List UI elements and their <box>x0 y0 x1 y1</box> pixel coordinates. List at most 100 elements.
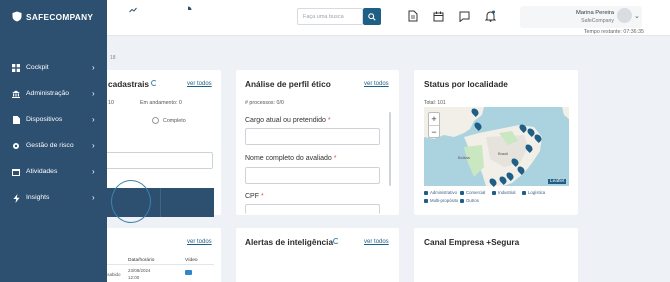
bolt-icon <box>12 193 20 203</box>
flyout-item-construtor[interactable]: Construtor <box>161 0 214 29</box>
chevron-right-icon: › <box>92 141 95 150</box>
legend-swatch <box>424 198 428 203</box>
col-video-header: Vídeo <box>185 258 198 263</box>
legend-item: Industrial <box>492 190 515 195</box>
legend-item: Logística <box>522 190 545 195</box>
sidebar-item-label: Insights <box>26 194 50 201</box>
legend-swatch <box>460 198 464 203</box>
map-label-bolivia: Bolivia <box>458 155 470 160</box>
sidebar-item-label: Cockpit <box>26 64 49 71</box>
nome-input[interactable] <box>245 167 380 184</box>
sidebar-item-label: Atividades <box>26 168 58 175</box>
required-marker: * <box>260 193 264 200</box>
logo-text: SAFECOMPANY <box>26 11 94 22</box>
cargo-input[interactable] <box>245 128 380 145</box>
sidebar-item-insights[interactable]: Insights › <box>0 188 107 208</box>
chevron-right-icon: › <box>92 89 95 98</box>
map-zoom-control: + − <box>428 112 440 138</box>
legend-label: Logística <box>528 190 546 195</box>
perfil-view-all-link[interactable]: ver todos <box>364 81 389 87</box>
logo: SAFECOMPANY <box>12 11 93 22</box>
card-alertas-title: Alertas de inteligência <box>245 237 334 247</box>
cadastrais-input[interactable] <box>100 152 213 169</box>
cadastrais-view-all-link[interactable]: ver todos <box>187 81 212 87</box>
videos-view-all-link[interactable]: ver todos <box>187 239 212 245</box>
search-icon <box>368 12 376 21</box>
legend-label: Administrativo <box>430 190 457 195</box>
row-name: ssabido <box>105 272 121 277</box>
processos-label: # processos: <box>245 100 276 106</box>
file-icon <box>12 116 20 124</box>
legend-item: Comercial <box>460 190 485 195</box>
processos-value: 0/0 <box>276 100 284 106</box>
bell-icon[interactable] <box>483 9 497 23</box>
locations-map[interactable]: Bolivia Brasil <box>424 107 569 186</box>
timer-label: Tempo restante: <box>583 29 622 35</box>
sidebar-item-atividades[interactable]: Atividades › <box>0 162 107 182</box>
legend-swatch <box>424 190 428 195</box>
flyout-item-label: BI <box>131 19 136 25</box>
card-canal-title: Canal Empresa +Segura <box>424 237 520 247</box>
card-perfil-title: Análise de perfil ético <box>245 79 331 89</box>
legend-item: Administrativo <box>424 190 457 195</box>
sidebar-item-label: Gestão de risco <box>26 142 74 149</box>
legend-swatch <box>460 190 464 195</box>
sidebar-item-label: Dispositivos <box>26 116 63 123</box>
col-date-header: Data/horário <box>128 258 155 263</box>
video-icon[interactable] <box>185 270 192 275</box>
shield-icon <box>12 11 22 22</box>
calendar-icon[interactable] <box>431 9 445 23</box>
chat-icon[interactable] <box>457 9 471 23</box>
legend-swatch <box>522 190 526 195</box>
required-marker: * <box>327 117 331 124</box>
cadastrais-count: 10 <box>108 100 114 106</box>
card-cadastrais-title: cadastrais <box>108 79 150 89</box>
breadcrumb-fragment: 18 <box>110 55 116 61</box>
map-land <box>424 107 569 186</box>
avatar-dropdown[interactable]: ⌄ <box>617 8 641 24</box>
field-nome-label: Nome completo do avaliado * <box>245 155 336 162</box>
table-divider <box>107 264 214 265</box>
flyout-divider <box>160 188 161 217</box>
card-status-title: Status por localidade <box>424 79 508 89</box>
completo-label: Completo <box>163 118 186 124</box>
row-time: 12:00 <box>128 275 140 280</box>
map-label-brasil: Brasil <box>498 151 509 156</box>
perfil-scrollbar[interactable] <box>389 112 391 186</box>
sidebar-item-administracao[interactable]: Administração › <box>0 84 107 104</box>
legend-item: Outros <box>460 198 479 203</box>
cadastrais-andamento: Em andamento: 0 <box>140 100 182 106</box>
flyout-item-bi[interactable]: BI <box>107 0 160 29</box>
flyout-item-label: Construtor <box>173 19 198 25</box>
zoom-out-button[interactable]: − <box>429 125 439 137</box>
search-button[interactable] <box>363 8 381 25</box>
sidebar-item-cockpit[interactable]: Cockpit › <box>0 58 107 78</box>
chevron-right-icon: › <box>92 167 95 176</box>
session-timer: Tempo restante: 07:36:35 <box>584 29 644 35</box>
alertas-view-all-link[interactable]: ver todos <box>364 239 389 245</box>
user-company: SafeCompany <box>581 18 614 24</box>
chevron-down-icon: ⌄ <box>634 13 640 20</box>
sidebar-item-gestao-de-risco[interactable]: Gestão de risco › <box>0 136 107 156</box>
row-date: 23/08/2024 <box>128 268 151 273</box>
completo-radio[interactable] <box>152 117 159 124</box>
field-cargo-text: Cargo atual ou pretendido <box>245 117 326 124</box>
search-input[interactable]: Faça uma busca <box>297 8 363 25</box>
required-marker: * <box>333 155 337 162</box>
legend-label: Multi-propósito <box>430 198 459 203</box>
refresh-icon[interactable] <box>333 238 339 244</box>
legend-label: Outros <box>466 198 479 203</box>
cpf-input[interactable] <box>245 204 380 214</box>
document-icon[interactable] <box>406 9 420 23</box>
status-total: Total: 101 <box>424 100 446 106</box>
field-cpf-text: CPF <box>245 193 259 200</box>
timer-value: 07:36:35 <box>623 29 644 35</box>
refresh-icon[interactable] <box>151 80 157 86</box>
avatar <box>617 8 632 23</box>
field-cargo-label: Cargo atual ou pretendido * <box>245 117 331 124</box>
zoom-in-button[interactable]: + <box>429 113 439 125</box>
legend-label: Comercial <box>466 190 486 195</box>
user-name: Marina Pereira <box>575 10 614 16</box>
sidebar-item-dispositivos[interactable]: Dispositivos › <box>0 110 107 130</box>
leaflet-attribution[interactable]: Leaflet <box>548 179 567 184</box>
